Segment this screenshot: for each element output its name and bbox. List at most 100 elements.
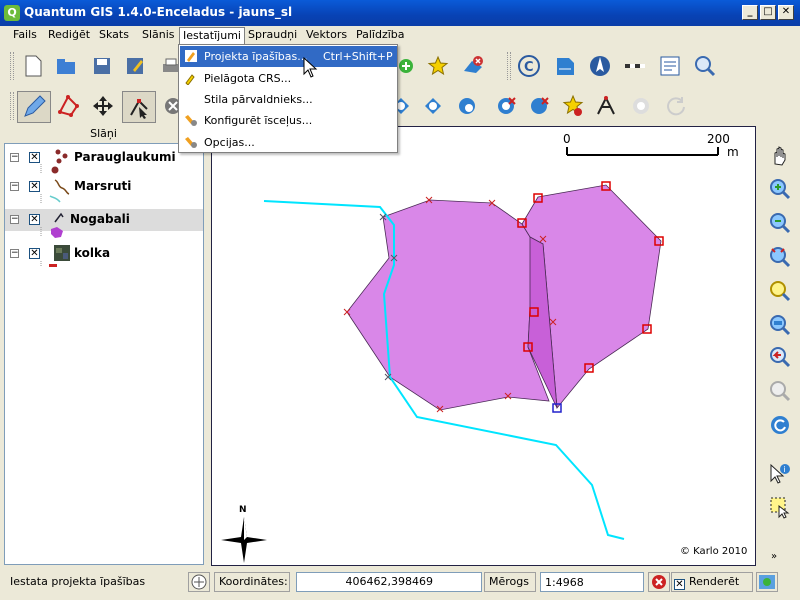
copyright-label-icon[interactable]: C xyxy=(516,53,542,79)
toolbar-grip[interactable] xyxy=(507,52,511,80)
coordinates-label: Koordinātes: xyxy=(214,572,290,592)
capture-polygon-icon[interactable] xyxy=(55,93,81,119)
scale-bar-unit: m xyxy=(727,145,739,159)
maximize-button[interactable]: □ xyxy=(760,5,776,20)
reshape-features-icon[interactable] xyxy=(560,93,586,119)
edit-text-icon[interactable] xyxy=(657,53,683,79)
menu-item-label: Opcijas... xyxy=(204,136,255,149)
zoom-full-icon[interactable] xyxy=(765,242,795,272)
rotate-point-symbols-icon[interactable] xyxy=(663,93,689,119)
options-wrench-icon xyxy=(185,137,197,148)
menu-item-label: Konfigurēt īsceļus... xyxy=(204,114,313,127)
custom-crs-icon xyxy=(185,74,195,85)
zoom-magnify-icon[interactable] xyxy=(692,53,718,79)
stop-rendering-icon[interactable] xyxy=(648,572,670,592)
map-navigation-toolbar: i » xyxy=(757,126,800,566)
menu-item-configure-shortcuts[interactable]: Konfigurēt īsceļus... xyxy=(180,110,397,131)
svg-text:C: C xyxy=(524,60,534,75)
raster-legend-symbol xyxy=(49,264,57,267)
point-legend-symbol xyxy=(51,166,59,174)
scale-input[interactable] xyxy=(540,572,644,592)
menu-item-options[interactable]: Opcijas... xyxy=(180,132,397,153)
menu-item-style-manager[interactable]: Stila pārvaldnieks... xyxy=(180,89,397,110)
scale-bar-icon[interactable] xyxy=(622,53,648,79)
digitizing-toolbar xyxy=(0,86,800,126)
status-bar: Iestata projekta īpašības Koordinātes: 4… xyxy=(0,569,800,600)
menu-slanis[interactable]: Slānis xyxy=(139,28,178,44)
pan-hand-icon[interactable] xyxy=(765,140,795,170)
move-feature-icon[interactable] xyxy=(90,93,116,119)
scale-bar: 0 200 m xyxy=(563,132,739,159)
menu-item-label: Projekta īpašības... xyxy=(204,50,308,63)
menu-vektors[interactable]: Vektors xyxy=(303,28,350,44)
layers-panel-title: Slāņi xyxy=(90,127,117,140)
north-arrow: N xyxy=(221,505,267,563)
delete-ring-icon[interactable] xyxy=(493,93,519,119)
crs-status-icon[interactable] xyxy=(756,572,778,592)
save-as-icon[interactable] xyxy=(122,53,148,79)
zoom-layer-icon[interactable] xyxy=(765,310,795,340)
scale-label: Mērogs xyxy=(484,572,536,592)
project-properties-icon xyxy=(185,50,197,62)
zoom-next-icon[interactable] xyxy=(765,376,795,406)
simplify-feature-icon[interactable] xyxy=(454,93,480,119)
identify-features-icon[interactable]: i xyxy=(765,459,795,489)
render-checkbox[interactable]: ✕ xyxy=(674,579,685,590)
menu-rediget[interactable]: Rediģēt xyxy=(45,28,93,44)
layer-tree-legend xyxy=(40,164,63,267)
menu-item-project-properties[interactable]: Projekta īpašības... Ctrl+Shift+P xyxy=(180,46,397,67)
mouse-cursor-icon xyxy=(303,57,318,78)
configure-shortcuts-icon xyxy=(185,115,197,126)
minimize-button[interactable]: _ xyxy=(742,5,758,20)
toolbar-grip[interactable] xyxy=(10,92,14,120)
title-bar: Q Quantum GIS 1.4.0-Enceladus - jauns_sl… xyxy=(0,0,800,26)
window-title: Quantum GIS 1.4.0-Enceladus - jauns_sl xyxy=(24,5,293,19)
qgis-app-icon: Q xyxy=(4,5,20,21)
north-arrow-icon[interactable] xyxy=(587,53,613,79)
select-features-icon[interactable] xyxy=(765,492,795,522)
coordinates-value: 406462,398469 xyxy=(296,572,482,592)
add-island-icon[interactable] xyxy=(420,93,446,119)
menu-item-shortcut: Ctrl+Shift+P xyxy=(323,50,393,63)
polygon-feature-west[interactable] xyxy=(346,199,550,411)
menu-skats[interactable]: Skats xyxy=(96,28,132,44)
settings-dropdown-menu: Projekta īpašības... Ctrl+Shift+P Pielāg… xyxy=(178,44,398,153)
menu-fails[interactable]: Fails xyxy=(10,28,40,44)
zoom-last-icon[interactable] xyxy=(765,342,795,372)
menu-item-custom-crs[interactable]: Pielāgota CRS... xyxy=(180,68,397,89)
toolbar-overflow-icon[interactable]: » xyxy=(771,551,777,562)
render-label: Renderēt xyxy=(689,575,740,588)
render-toggle[interactable]: ✕ Renderēt xyxy=(671,572,753,592)
zoom-out-icon[interactable] xyxy=(765,208,795,238)
toggle-editing-icon[interactable] xyxy=(17,91,51,123)
toolbar-grip[interactable] xyxy=(10,52,14,80)
new-project-icon[interactable] xyxy=(20,53,46,79)
menu-palidziba[interactable]: Palīdzība xyxy=(353,28,408,44)
node-tool-icon[interactable] xyxy=(122,91,156,123)
line-legend-symbol xyxy=(49,195,61,203)
close-button[interactable]: ✕ xyxy=(778,5,794,20)
merge-features-icon[interactable] xyxy=(628,93,654,119)
open-project-icon[interactable] xyxy=(53,53,79,79)
delete-part-icon[interactable] xyxy=(526,93,552,119)
map-canvas[interactable]: 0 200 m N © Karlo 2010 xyxy=(211,126,756,566)
zoom-in-icon[interactable] xyxy=(765,174,795,204)
svg-text:i: i xyxy=(784,465,786,474)
save-project-icon[interactable] xyxy=(89,53,115,79)
menu-spraudni[interactable]: Spraudņi xyxy=(245,28,300,44)
split-features-icon[interactable] xyxy=(593,93,619,119)
map-svg[interactable]: 0 200 m N © Karlo 2010 xyxy=(212,127,757,567)
main-toolbar: C xyxy=(0,46,800,86)
extents-toggle-icon[interactable] xyxy=(188,572,210,592)
copyright-label: © Karlo 2010 xyxy=(680,546,747,557)
refresh-icon[interactable] xyxy=(765,410,795,440)
scale-bar-start: 0 xyxy=(563,132,571,146)
menu-item-label: Pielāgota CRS... xyxy=(204,72,292,85)
zoom-selection-icon[interactable] xyxy=(765,276,795,306)
remove-layer-icon[interactable] xyxy=(460,53,486,79)
add-star-layer-icon[interactable] xyxy=(425,53,451,79)
decoration-grid-icon[interactable] xyxy=(552,53,578,79)
menu-item-label: Stila pārvaldnieks... xyxy=(204,93,313,106)
menu-iestatijumi[interactable]: Iestatījumi xyxy=(179,27,245,45)
polygon-legend-symbol xyxy=(51,227,63,238)
